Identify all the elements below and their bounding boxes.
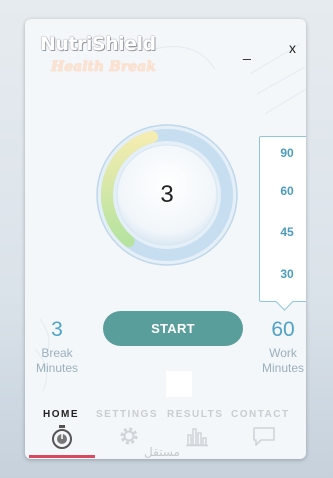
tab-home[interactable]: HOME (43, 409, 79, 420)
stopwatch-icon[interactable] (51, 425, 73, 449)
tab-settings[interactable]: SETTINGS (96, 409, 158, 420)
tab-results[interactable]: RESULTS (167, 409, 223, 420)
active-tab-indicator (29, 455, 95, 458)
start-button[interactable]: START (103, 311, 243, 346)
app-subtitle: Health Break (51, 59, 156, 75)
close-button[interactable]: x (289, 41, 296, 55)
blank-square (166, 371, 192, 397)
minimize-button[interactable]: _ (243, 45, 251, 59)
work-minutes-picker: 90 60 45 30 (259, 136, 306, 302)
break-minutes-label: Break Minutes (31, 346, 83, 376)
bar-chart-icon[interactable] (185, 425, 209, 447)
tab-contact[interactable]: CONTACT (231, 409, 290, 420)
chat-bubble-icon[interactable] (252, 425, 276, 447)
picker-option-30[interactable]: 30 (260, 267, 306, 281)
work-label-line1: Work (269, 346, 297, 360)
picker-option-45[interactable]: 45 (260, 225, 306, 239)
break-minutes-value[interactable]: 3 (43, 318, 71, 342)
work-minutes-value[interactable]: 60 (264, 318, 302, 342)
gear-icon[interactable] (118, 425, 140, 447)
app-title: NutriShield (40, 33, 156, 55)
picker-option-90[interactable]: 90 (260, 146, 306, 160)
timer-dial: 3 (95, 123, 239, 267)
watermark-text: مستقل (144, 445, 180, 459)
break-label-line1: Break (41, 346, 73, 360)
picker-option-60[interactable]: 60 (260, 184, 306, 198)
break-label-line2: Minutes (35, 361, 79, 375)
timer-value: 3 (160, 181, 174, 208)
work-minutes-label: Work Minutes (257, 346, 306, 376)
work-label-line2: Minutes (261, 361, 305, 375)
app-window: NutriShield Health Break _ x 3 90 60 45 … (25, 19, 306, 459)
